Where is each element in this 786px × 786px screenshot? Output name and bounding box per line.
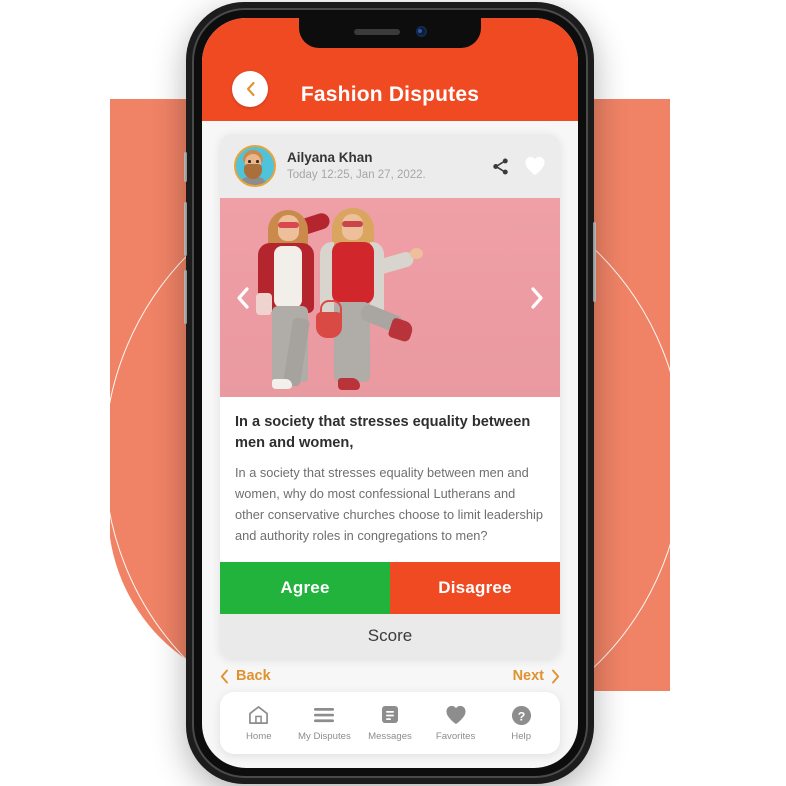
model-a-bag <box>256 293 272 315</box>
model-b-sunglasses <box>342 221 363 227</box>
score-button[interactable]: Score <box>220 614 560 659</box>
post-user-name: Ailyana Khan <box>287 149 373 165</box>
model-a-shirt <box>274 246 302 308</box>
nav-label-messages: Messages <box>368 730 412 742</box>
model-a-shoe <box>272 379 292 389</box>
post-photo <box>220 198 560 397</box>
carousel-next-button[interactable] <box>524 285 550 311</box>
nav-label-favorites: Favorites <box>435 730 476 742</box>
chevron-right-icon <box>552 669 560 683</box>
background-mask-right <box>670 0 786 786</box>
mockup-stage: Fashion Disputes Ailyana Khan Today 12:2… <box>0 0 786 786</box>
nav-item-favorites[interactable]: Favorites <box>423 705 489 742</box>
earpiece-speaker <box>353 28 400 35</box>
back-label: Back <box>236 668 271 684</box>
post-timestamp: Today 12:25, Jan 27, 2022. <box>287 168 426 181</box>
share-icon[interactable] <box>491 157 510 176</box>
nav-label-help: Help <box>511 730 532 742</box>
svg-text:?: ? <box>517 709 525 723</box>
back-link[interactable]: Back <box>220 668 271 684</box>
dispute-card: Ailyana Khan Today 12:25, Jan 27, 2022. <box>220 134 560 659</box>
chevron-right-icon <box>531 286 543 309</box>
chevron-left-icon <box>220 669 228 683</box>
message-icon <box>380 705 400 726</box>
nav-item-messages[interactable]: Messages <box>357 705 423 742</box>
phone-notch <box>299 18 481 48</box>
avatar-eye-left <box>248 160 251 163</box>
model-b-kicked-shoe <box>387 317 415 343</box>
phone-power-button <box>593 222 596 302</box>
phone-screen: Fashion Disputes Ailyana Khan Today 12:2… <box>202 18 578 768</box>
nav-item-help[interactable]: ? Help <box>488 705 554 742</box>
model-a-face <box>278 215 299 241</box>
post-user-meta: Ailyana Khan Today 12:25, Jan 27, 2022. <box>287 149 480 183</box>
nav-label-home: Home <box>246 730 272 742</box>
phone-mute-switch <box>184 152 187 182</box>
chevron-left-icon <box>237 286 249 309</box>
chevron-left-icon <box>246 81 255 97</box>
phone-volume-down-button <box>184 270 187 324</box>
front-camera-icon <box>415 26 427 37</box>
avatar <box>234 145 276 187</box>
nav-item-my-disputes[interactable]: My Disputes <box>292 705 358 742</box>
dispute-content: In a society that stresses equality betw… <box>220 397 560 562</box>
model-a-sunglasses <box>278 222 299 228</box>
phone-device-frame: Fashion Disputes Ailyana Khan Today 12:2… <box>184 2 596 784</box>
next-label: Next <box>512 668 544 684</box>
disagree-button[interactable]: Disagree <box>390 562 560 615</box>
home-icon <box>248 705 269 726</box>
model-b-face <box>342 214 363 240</box>
post-actions <box>491 156 546 176</box>
post-header: Ailyana Khan Today 12:25, Jan 27, 2022. <box>220 134 560 198</box>
avatar-eye-right <box>256 160 259 163</box>
menu-lines-icon <box>313 705 335 726</box>
carousel-prev-button[interactable] <box>230 285 256 311</box>
model-b-shoe <box>338 378 360 390</box>
question-circle-icon: ? <box>511 705 532 726</box>
heart-icon <box>445 705 467 726</box>
model-b-purse <box>316 312 342 338</box>
dispute-body: In a society that stresses equality betw… <box>235 465 543 543</box>
model-b-top <box>332 242 374 304</box>
next-link[interactable]: Next <box>513 668 560 684</box>
heart-icon[interactable] <box>524 156 546 176</box>
dispute-title: In a society that stresses equality betw… <box>235 414 531 451</box>
nav-item-home[interactable]: Home <box>226 705 292 742</box>
agree-button[interactable]: Agree <box>220 562 390 615</box>
bottom-navigation-bar: Home My Disputes Messages Favorites ? He… <box>220 692 560 754</box>
vote-buttons-row: Agree Disagree <box>220 562 560 615</box>
header-back-button[interactable] <box>232 71 268 107</box>
pager-navigation: Back Next <box>220 668 560 684</box>
phone-volume-up-button <box>184 202 187 256</box>
nav-label-my-disputes: My Disputes <box>298 730 351 742</box>
background-mask-left <box>0 0 110 786</box>
model-b-hand <box>410 248 423 259</box>
